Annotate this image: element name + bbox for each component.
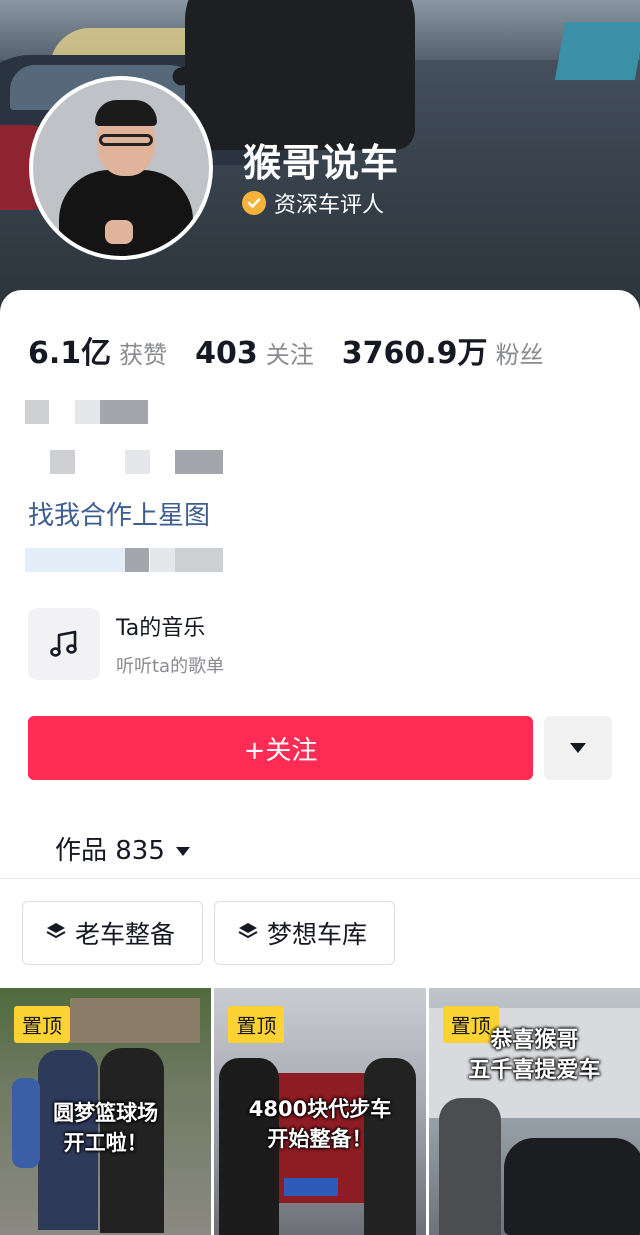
stats-row: 6.1亿 获赞 403 关注 3760.9万 粉丝 xyxy=(28,328,572,372)
collection-label: 老车整备 xyxy=(75,920,176,949)
follow-button[interactable]: +关注 xyxy=(28,716,533,780)
video-caption-line2: 开工啦！ xyxy=(63,1131,148,1155)
followers-label[interactable]: 粉丝 xyxy=(496,335,544,370)
layers-icon xyxy=(45,919,67,948)
video-caption-line2: 五千喜提爱车 xyxy=(468,1058,601,1083)
music-subtitle: 听听ta的歌单 xyxy=(116,656,225,677)
caret-down-icon xyxy=(569,739,587,758)
following-count[interactable]: 403 xyxy=(195,336,258,371)
video-grid: 置顶 圆梦篮球场 开工啦！ 置顶 4800块代步车 开始整备！ 置顶 恭喜猴哥 xyxy=(0,988,640,1235)
video-tile[interactable]: 置顶 圆梦篮球场 开工啦！ xyxy=(0,988,212,1235)
video-tile[interactable]: 置顶 恭喜猴哥 五千喜提爱车 xyxy=(428,988,640,1235)
layers-icon xyxy=(237,919,259,948)
divider xyxy=(0,878,640,879)
music-entry[interactable]: Ta的音乐 听听ta的歌单 xyxy=(28,608,224,680)
video-caption-line2: 开始整备！ xyxy=(267,1127,373,1151)
cooperation-link[interactable]: 找我合作上星图 xyxy=(28,495,210,532)
following-label[interactable]: 关注 xyxy=(266,335,314,370)
music-note-icon xyxy=(28,608,100,680)
pinned-badge: 置顶 xyxy=(228,1006,285,1043)
followers-count[interactable]: 3760.9万 xyxy=(342,328,488,372)
avatar[interactable] xyxy=(29,76,213,260)
verified-check-icon xyxy=(242,191,266,215)
works-tab[interactable]: 作品 835 xyxy=(55,830,191,867)
video-caption-line1: 4800块代步车 xyxy=(248,1097,392,1121)
profile-name: 猴哥说车 xyxy=(243,141,400,185)
pinned-badge: 置顶 xyxy=(14,1006,70,1043)
music-title: Ta的音乐 xyxy=(116,616,206,641)
verified-row: 资深车评人 xyxy=(242,187,384,219)
collection-chip-dream-garage[interactable]: 梦想车库 xyxy=(214,901,395,965)
video-caption-line1: 恭喜猴哥 xyxy=(490,1028,579,1053)
works-label: 作品 835 xyxy=(55,836,165,866)
likes-label[interactable]: 获赞 xyxy=(119,335,167,370)
video-caption-line1: 圆梦篮球场 xyxy=(53,1101,159,1125)
collection-label: 梦想车库 xyxy=(267,920,368,949)
more-options-button[interactable] xyxy=(544,716,612,780)
video-tile[interactable]: 置顶 4800块代步车 开始整备！ xyxy=(214,988,426,1235)
caret-down-icon xyxy=(175,834,191,864)
profile-sheet: 6.1亿 获赞 403 关注 3760.9万 粉丝 找我合作上星图 Ta的音乐 … xyxy=(0,290,640,1235)
collection-chip-old-car[interactable]: 老车整备 xyxy=(22,901,203,965)
verified-label: 资深车评人 xyxy=(274,193,385,218)
likes-count[interactable]: 6.1亿 xyxy=(28,328,111,372)
